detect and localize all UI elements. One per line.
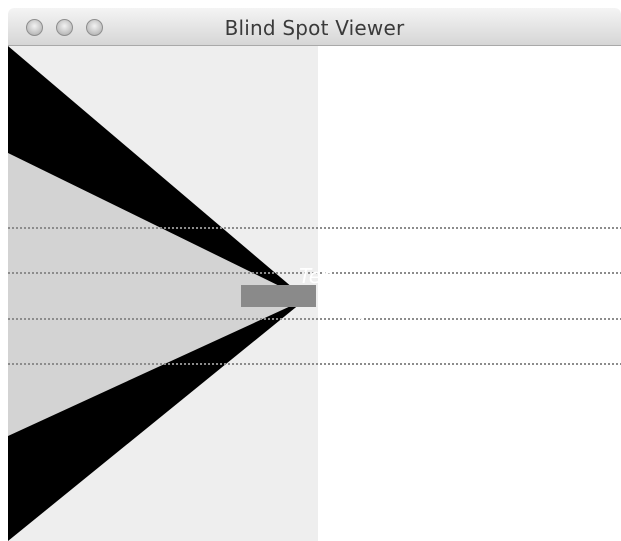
vehicle[interactable] (241, 285, 316, 307)
overlay-text-upper: Ter (299, 264, 331, 288)
blind-spot-canvas[interactable]: Ter tex (8, 46, 621, 541)
blind-spot-diagram: Ter tex (8, 46, 621, 541)
app-window: Blind Spot Viewer Ter tex (8, 8, 621, 541)
overlay-text-lower: tex (341, 308, 365, 326)
window-title: Blind Spot Viewer (224, 16, 405, 40)
title-bar[interactable]: Blind Spot Viewer (8, 8, 621, 46)
